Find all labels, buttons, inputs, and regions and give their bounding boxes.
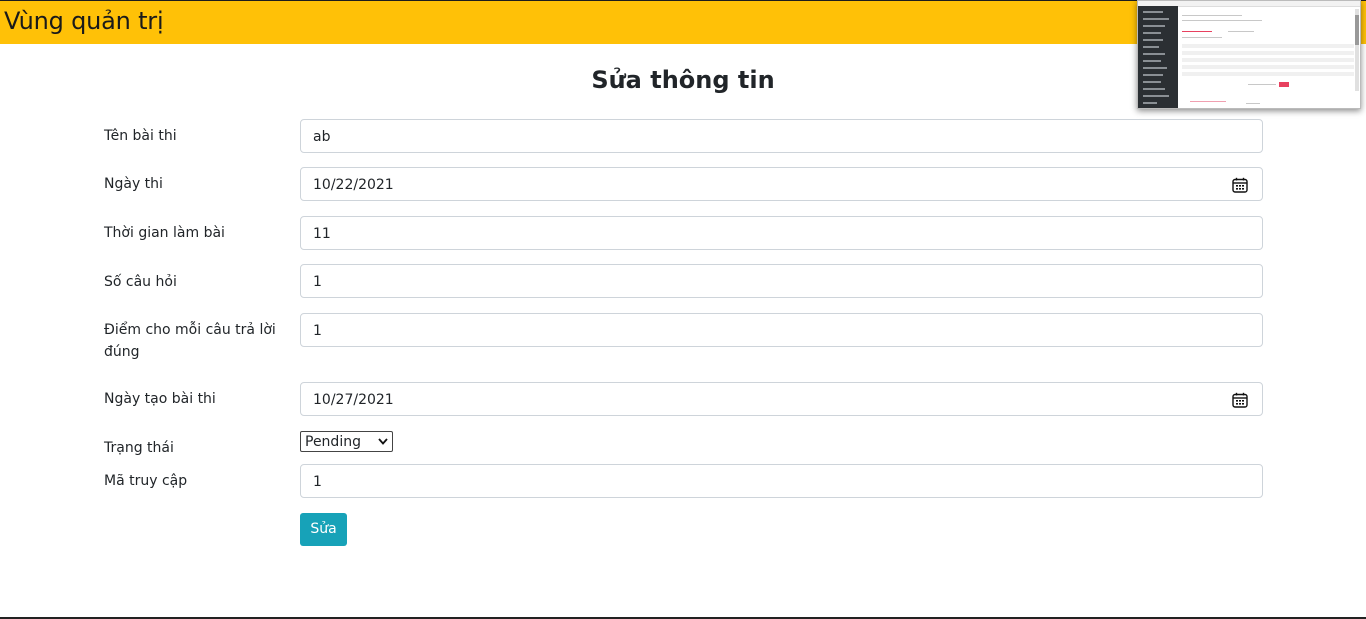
- points-per-answer-label: Điểm cho mỗi câu trả lời đúng: [104, 322, 276, 360]
- access-code-input[interactable]: 1: [300, 464, 1263, 498]
- points-per-answer-input[interactable]: 1: [300, 313, 1263, 347]
- question-count-input[interactable]: 1: [300, 264, 1263, 298]
- question-count-value: 1: [313, 274, 322, 290]
- chevron-down-icon: [378, 438, 388, 445]
- created-date-label: Ngày tạo bài thi: [104, 391, 216, 407]
- points-per-answer-value: 1: [313, 323, 322, 339]
- exam-name-label: Tên bài thi: [104, 128, 177, 144]
- status-select[interactable]: Pending: [300, 431, 393, 452]
- submit-button[interactable]: Sửa: [300, 513, 347, 546]
- duration-value: 11: [313, 226, 331, 242]
- exam-date-value: 10/22/2021: [313, 177, 394, 193]
- duration-input[interactable]: 11: [300, 216, 1263, 250]
- status-label: Trạng thái: [104, 440, 174, 456]
- created-date-input[interactable]: 10/27/2021: [300, 382, 1263, 416]
- exam-date-label: Ngày thi: [104, 176, 163, 192]
- duration-label: Thời gian làm bài: [104, 225, 225, 241]
- access-code-value: 1: [313, 474, 322, 490]
- calendar-icon[interactable]: [1232, 392, 1248, 408]
- page-title: Sửa thông tin: [591, 66, 775, 94]
- header-title: Vùng quản trị: [4, 7, 164, 35]
- exam-name-input[interactable]: ab: [300, 119, 1263, 153]
- exam-name-value: ab: [313, 129, 331, 145]
- question-count-label: Số câu hỏi: [104, 274, 177, 290]
- status-select-value: Pending: [305, 434, 361, 450]
- access-code-label: Mã truy cập: [104, 473, 188, 489]
- created-date-value: 10/27/2021: [313, 392, 394, 408]
- calendar-icon[interactable]: [1232, 177, 1248, 193]
- exam-date-input[interactable]: 10/22/2021: [300, 167, 1263, 201]
